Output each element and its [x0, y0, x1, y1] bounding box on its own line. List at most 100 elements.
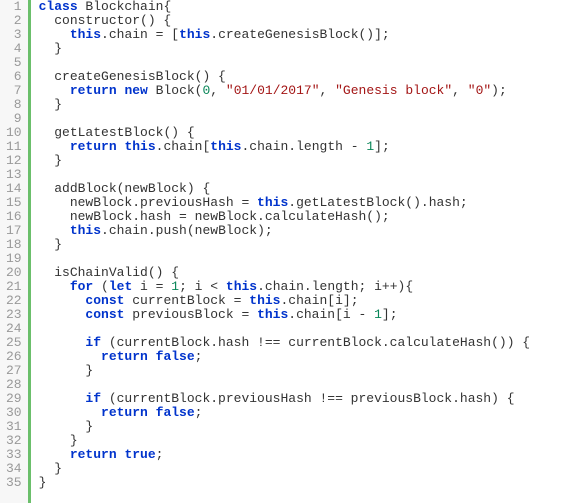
line-number: 17 [6, 224, 22, 238]
code-line [39, 56, 531, 70]
code-line: } [39, 364, 531, 378]
token-punct: ( [93, 279, 109, 294]
token-punct: .chain.length - [242, 139, 367, 154]
code-line [39, 252, 531, 266]
token-kw: class [39, 0, 78, 14]
token-this: this [70, 27, 101, 42]
token-name: newBlock.previousHash = [39, 195, 257, 210]
line-number: 13 [6, 168, 22, 182]
token-this: this [257, 195, 288, 210]
line-number: 4 [6, 42, 22, 56]
token-punct: .chain[i]; [280, 293, 358, 308]
token-num: 1 [366, 139, 374, 154]
token-name: Blockchain [78, 0, 164, 14]
token-punct: } [39, 237, 62, 252]
token-this: this [226, 279, 257, 294]
token-name: currentBlock = [124, 293, 249, 308]
line-number: 26 [6, 350, 22, 364]
token-num: 1 [374, 307, 382, 322]
code-line: for (let i = 1; i < this.chain.length; i… [39, 280, 531, 294]
token-punct: (newBlock) { [117, 181, 211, 196]
line-number: 23 [6, 308, 22, 322]
token-kw: return [70, 83, 117, 98]
token-name [39, 405, 101, 420]
token-this: this [124, 139, 155, 154]
token-punct: .createGenesisBlock()]; [210, 27, 389, 42]
code-line: return false; [39, 350, 531, 364]
line-number: 29 [6, 392, 22, 406]
token-name [39, 307, 86, 322]
token-kw: const [85, 307, 124, 322]
token-punct: .chain.push(newBlock); [101, 223, 273, 238]
token-punct: .chain.length; i++){ [257, 279, 413, 294]
code-editor: 1234567891011121314151617181920212223242… [0, 0, 584, 503]
line-number: 8 [6, 98, 22, 112]
line-number: 21 [6, 280, 22, 294]
token-kw: if [85, 335, 101, 350]
line-number: 18 [6, 238, 22, 252]
code-line: return false; [39, 406, 531, 420]
token-punct: , [210, 83, 226, 98]
token-kw: return [101, 405, 148, 420]
token-name [39, 447, 70, 462]
line-number: 11 [6, 140, 22, 154]
line-number: 24 [6, 322, 22, 336]
token-name [39, 83, 70, 98]
code-line: } [39, 98, 531, 112]
line-number: 6 [6, 70, 22, 84]
code-line: class Blockchain{ [39, 0, 531, 14]
token-name: Block( [148, 83, 203, 98]
line-number: 5 [6, 56, 22, 70]
line-number: 3 [6, 28, 22, 42]
line-number: 22 [6, 294, 22, 308]
token-punct: } [39, 461, 62, 476]
token-punct: } [39, 41, 62, 56]
token-punct: ]; [374, 139, 390, 154]
line-number: 19 [6, 252, 22, 266]
line-number: 16 [6, 210, 22, 224]
code-line: this.chain.push(newBlock); [39, 224, 531, 238]
line-number: 14 [6, 182, 22, 196]
token-punct: (currentBlock.hash !== currentBlock.calc… [101, 335, 530, 350]
code-line: return new Block(0, "01/01/2017", "Genes… [39, 84, 531, 98]
token-punct: { [163, 0, 171, 14]
code-line: newBlock.hash = newBlock.calculateHash()… [39, 210, 531, 224]
token-punct: ; i < [179, 279, 226, 294]
token-kw: return [70, 139, 117, 154]
token-name: constructor [39, 13, 140, 28]
token-name [148, 405, 156, 420]
token-kw: for [70, 279, 93, 294]
line-number: 15 [6, 196, 22, 210]
code-line: } [39, 42, 531, 56]
code-line: } [39, 462, 531, 476]
token-bool: false [156, 349, 195, 364]
code-line [39, 168, 531, 182]
line-number: 9 [6, 112, 22, 126]
token-kw: new [124, 83, 147, 98]
token-name [148, 349, 156, 364]
token-punct: } [39, 153, 62, 168]
token-name: getLatestBlock [39, 125, 164, 140]
line-number: 33 [6, 448, 22, 462]
code-line: this.chain = [this.createGenesisBlock()]… [39, 28, 531, 42]
code-line: if (currentBlock.hash !== currentBlock.c… [39, 336, 531, 350]
code-line: getLatestBlock() { [39, 126, 531, 140]
code-line: return true; [39, 448, 531, 462]
code-line: } [39, 476, 531, 490]
line-number: 30 [6, 406, 22, 420]
token-punct: } [39, 419, 94, 434]
code-line: addBlock(newBlock) { [39, 182, 531, 196]
token-punct: .chain = [ [101, 27, 179, 42]
token-punct: ; [195, 405, 203, 420]
line-number: 34 [6, 462, 22, 476]
token-this: this [210, 139, 241, 154]
token-name: previousBlock = [124, 307, 257, 322]
token-kw: let [109, 279, 132, 294]
token-kw: if [85, 391, 101, 406]
token-kw: const [85, 293, 124, 308]
line-number: 20 [6, 266, 22, 280]
code-line [39, 322, 531, 336]
token-name: newBlock.hash = newBlock.calculateHash()… [39, 209, 390, 224]
token-this: this [257, 307, 288, 322]
token-name [39, 349, 101, 364]
